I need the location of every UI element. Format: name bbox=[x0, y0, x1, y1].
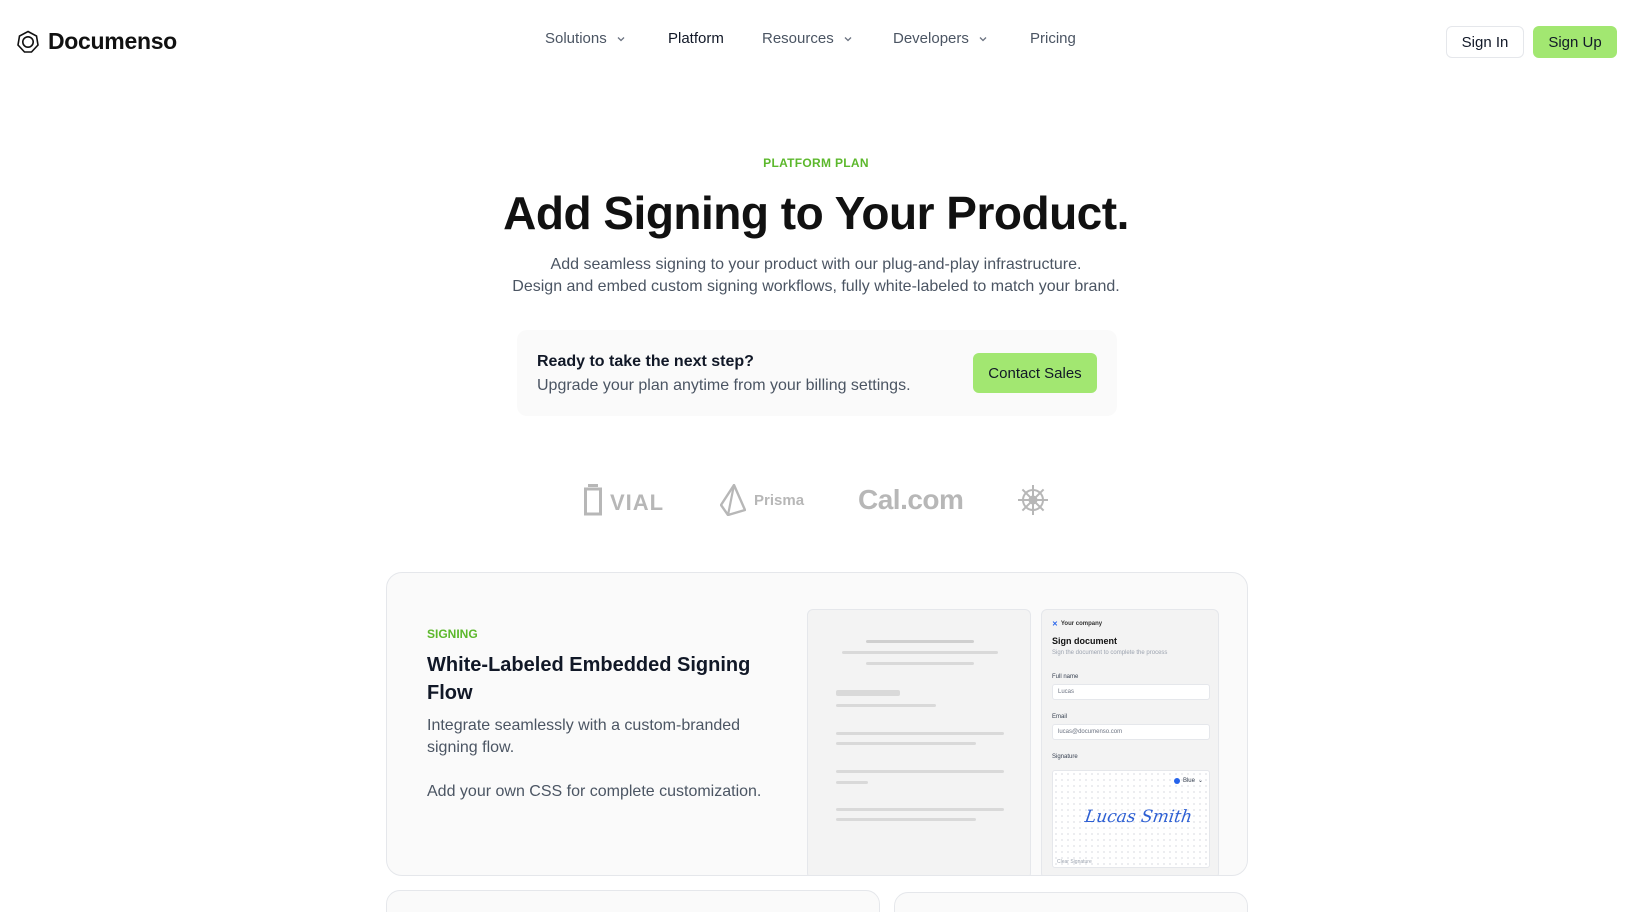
mock-fullname-field: Lucas bbox=[1052, 684, 1210, 700]
mock-clear-signature: Clear Signature bbox=[1057, 859, 1092, 865]
chevron-down-icon bbox=[617, 36, 625, 41]
mock-email-field: lucas@documenso.com bbox=[1052, 724, 1210, 740]
doc-line bbox=[836, 781, 868, 784]
feature-card-secondary bbox=[386, 890, 880, 912]
hero-title: Add Signing to Your Product. bbox=[503, 187, 1129, 239]
mock-email-label: Email bbox=[1052, 714, 1068, 720]
nav-pricing-label: Pricing bbox=[1030, 30, 1076, 47]
vial-logo-text: VIAL bbox=[610, 490, 665, 515]
main-menu: Solutions Platform Resources Developers … bbox=[0, 30, 1632, 54]
hero-subtitle-line-2: Design and embed custom signing workflow… bbox=[512, 278, 1120, 295]
feature-card-tertiary bbox=[894, 892, 1248, 912]
mock-company: ✕ Your company bbox=[1052, 620, 1102, 628]
chevron-down-icon bbox=[979, 36, 987, 41]
nav-developers[interactable]: Developers bbox=[893, 30, 989, 47]
doc-heading-block bbox=[836, 690, 900, 696]
doc-line bbox=[842, 651, 998, 654]
mock-signature: Lucas Smith bbox=[1083, 807, 1194, 827]
prisma-logo: Prisma bbox=[720, 484, 804, 516]
color-dot-icon bbox=[1173, 777, 1180, 784]
mock-form-subtitle: Sign the document to complete the proces… bbox=[1052, 650, 1168, 656]
nav-pricing[interactable]: Pricing bbox=[1030, 30, 1076, 47]
cta-subtitle: Upgrade your plan anytime from your bill… bbox=[537, 377, 911, 394]
doc-line bbox=[866, 662, 974, 665]
nav-resources[interactable]: Resources bbox=[762, 30, 854, 47]
mock-form-title: Sign document bbox=[1052, 636, 1117, 646]
feature-eyebrow: SIGNING bbox=[427, 627, 478, 641]
nav-resources-label: Resources bbox=[762, 30, 834, 47]
upgrade-cta-box: Ready to take the next step? Upgrade you… bbox=[517, 330, 1117, 416]
customer-logos: VIAL Prisma Cal.com bbox=[0, 482, 1632, 522]
feature-description-1: Integrate seamlessly with a custom-brand… bbox=[427, 717, 741, 756]
document-preview bbox=[807, 609, 1031, 875]
prisma-logo-icon bbox=[720, 484, 746, 516]
vial-logo-icon bbox=[584, 484, 602, 516]
signing-form-preview: ✕ Your company Sign document Sign the do… bbox=[1041, 609, 1219, 875]
cta-title: Ready to take the next step? bbox=[537, 353, 754, 370]
mock-color-select: Blue ⌄ bbox=[1173, 777, 1203, 784]
mock-signature-pad: Blue ⌄ Lucas Smith Clear Signature bbox=[1052, 770, 1210, 868]
doc-line bbox=[836, 770, 1004, 773]
ships-wheel-logo bbox=[1017, 484, 1049, 521]
hero-subtitle: Add seamless signing to your product wit… bbox=[0, 254, 1632, 298]
contact-sales-button[interactable]: Contact Sales bbox=[973, 353, 1097, 393]
mock-signature-label: Signature bbox=[1052, 754, 1078, 760]
cal-logo: Cal.com bbox=[858, 484, 964, 515]
doc-line bbox=[836, 808, 1004, 811]
hero-subtitle-line-1: Add seamless signing to your product wit… bbox=[550, 256, 1082, 273]
feature-description-2: Add your own CSS for complete customizat… bbox=[427, 783, 762, 800]
sign-up-button[interactable]: Sign Up bbox=[1533, 26, 1617, 58]
nav-solutions-label: Solutions bbox=[545, 30, 607, 47]
prisma-logo-text: Prisma bbox=[754, 491, 805, 509]
feature-card-embedded-signing: SIGNING White-Labeled Embedded Signing F… bbox=[386, 572, 1248, 876]
feature-title: White-Labeled Embedded Signing Flow bbox=[427, 654, 751, 704]
nav-developers-label: Developers bbox=[893, 30, 969, 47]
chevron-down-icon bbox=[844, 36, 852, 41]
doc-line bbox=[836, 742, 976, 745]
nav-solutions[interactable]: Solutions bbox=[545, 30, 627, 47]
nav-platform[interactable]: Platform bbox=[668, 30, 724, 47]
doc-line bbox=[836, 704, 936, 707]
mock-color-label: Blue bbox=[1182, 777, 1195, 784]
doc-line bbox=[836, 732, 1004, 735]
close-icon: ✕ bbox=[1052, 621, 1058, 628]
nav-platform-label: Platform bbox=[668, 30, 724, 47]
chevron-down-icon: ⌄ bbox=[1197, 778, 1203, 784]
ships-wheel-icon bbox=[1018, 485, 1048, 515]
vial-logo: VIAL bbox=[584, 484, 664, 516]
hero-eyebrow: PLATFORM PLAN bbox=[763, 156, 869, 170]
doc-line bbox=[836, 818, 976, 821]
mock-company-label: Your company bbox=[1060, 621, 1103, 627]
mock-fullname-label: Full name bbox=[1052, 674, 1079, 680]
sign-in-button[interactable]: Sign In bbox=[1446, 26, 1524, 58]
doc-line bbox=[866, 640, 974, 643]
top-navbar: Documenso Solutions Platform Resources D… bbox=[0, 0, 1632, 84]
